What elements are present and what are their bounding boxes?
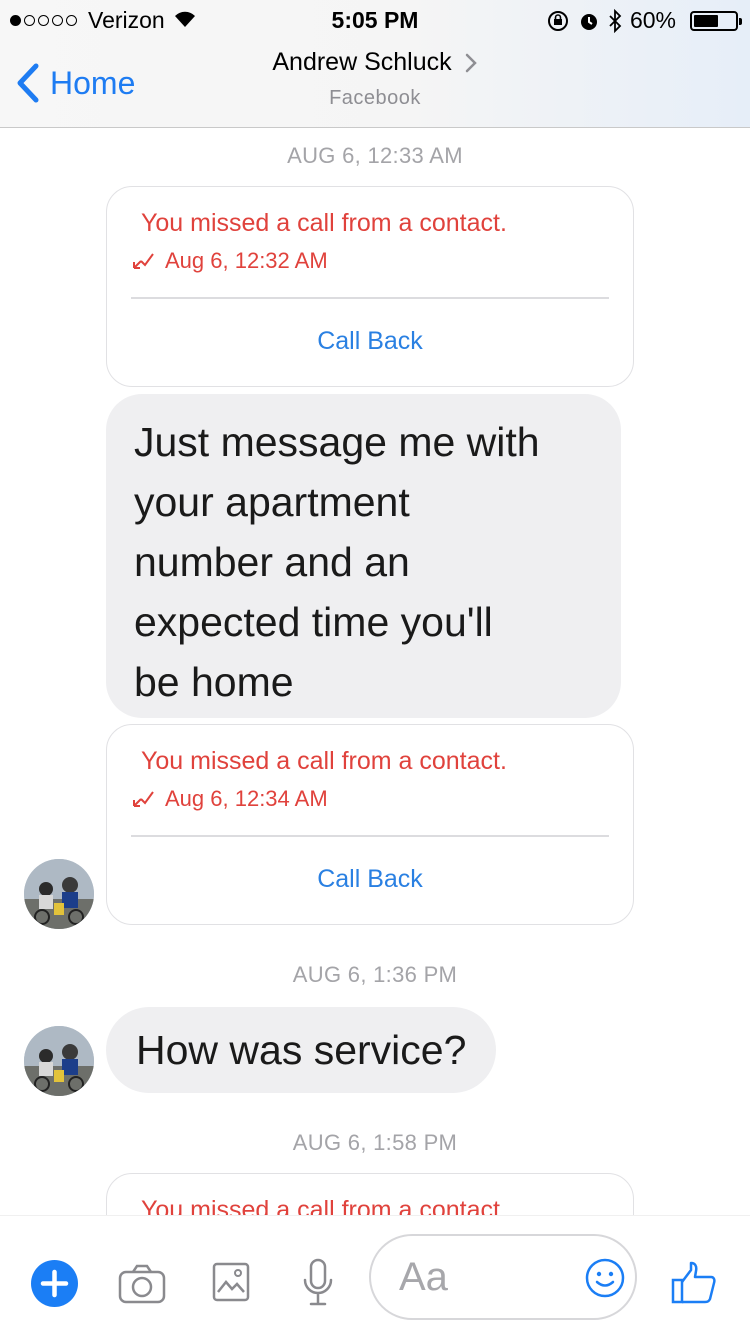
timestamp: AUG 6, 1:36 PM bbox=[292, 962, 458, 987]
timestamp: AUG 6, 1:58 PM bbox=[292, 1130, 458, 1155]
contact-avatar[interactable] bbox=[24, 1026, 94, 1096]
missed-call-arrow-icon bbox=[133, 253, 154, 269]
contact-name: Andrew Schluck bbox=[272, 48, 452, 76]
missed-call-card: You missed a call from a contact. Aug 6,… bbox=[106, 724, 634, 925]
incoming-message-bubble: How was service? bbox=[106, 1007, 497, 1093]
battery-icon bbox=[684, 10, 742, 31]
battery-percent: 60% bbox=[629, 7, 676, 33]
microphone-icon bbox=[303, 1258, 333, 1306]
missed-call-card: You missed a call from a contact. Aug 6,… bbox=[106, 186, 634, 387]
camera-button[interactable] bbox=[118, 1264, 166, 1309]
message-thread[interactable]: AUG 6, 12:33 AM You missed a call from a… bbox=[0, 129, 750, 1215]
alarm-icon bbox=[578, 10, 600, 32]
bluetooth-icon bbox=[608, 8, 622, 33]
image-button[interactable] bbox=[212, 1262, 250, 1307]
like-button[interactable] bbox=[670, 1260, 718, 1311]
contact-avatar[interactable] bbox=[24, 859, 94, 929]
status-bar: Verizon 5:05 PM 60% bbox=[0, 0, 750, 40]
navigation-header: Verizon 5:05 PM 60% Home Andrew Schluck … bbox=[0, 0, 750, 128]
missed-call-time: Aug 6, 12:32 AM bbox=[131, 248, 328, 274]
message-input[interactable] bbox=[399, 1252, 569, 1302]
missed-call-time: Aug 6, 12:34 AM bbox=[131, 786, 328, 812]
message-line: number and an bbox=[134, 539, 410, 585]
message-input-box[interactable] bbox=[369, 1234, 637, 1320]
incoming-message-bubble: Just message me with your apartment numb… bbox=[106, 394, 621, 718]
timestamp: AUG 6, 12:33 AM bbox=[287, 143, 463, 168]
message-line: expected time you'll bbox=[134, 599, 493, 645]
card-divider bbox=[131, 835, 609, 837]
plus-icon bbox=[40, 1269, 69, 1298]
message-composer bbox=[0, 1215, 750, 1334]
card-divider bbox=[131, 297, 609, 299]
message-line: your apartment bbox=[134, 479, 410, 525]
camera-icon bbox=[118, 1264, 166, 1304]
missed-call-title: You missed a call from a contact. bbox=[141, 747, 507, 775]
emoji-icon[interactable] bbox=[584, 1257, 626, 1299]
plus-button[interactable] bbox=[31, 1260, 78, 1307]
call-back-button[interactable]: Call Back bbox=[107, 865, 633, 894]
contact-subtitle: Facebook bbox=[329, 87, 421, 109]
rotation-lock-icon bbox=[546, 9, 570, 33]
missed-call-arrow-icon bbox=[133, 791, 154, 807]
microphone-button[interactable] bbox=[302, 1258, 334, 1313]
missed-call-title: You missed a call from a contact. bbox=[141, 209, 507, 237]
message-line: be home bbox=[134, 659, 294, 705]
call-back-button[interactable]: Call Back bbox=[107, 327, 633, 356]
message-line: Just message me with bbox=[134, 419, 540, 465]
missed-call-card: You missed a call from a contact. bbox=[106, 1173, 634, 1215]
missed-call-title: You missed a call from a contact. bbox=[141, 1196, 507, 1215]
chevron-right-icon bbox=[465, 53, 477, 72]
image-icon bbox=[212, 1262, 250, 1302]
thumbs-up-icon bbox=[671, 1261, 716, 1304]
conversation-title[interactable]: Andrew Schluck Facebook bbox=[0, 48, 750, 110]
